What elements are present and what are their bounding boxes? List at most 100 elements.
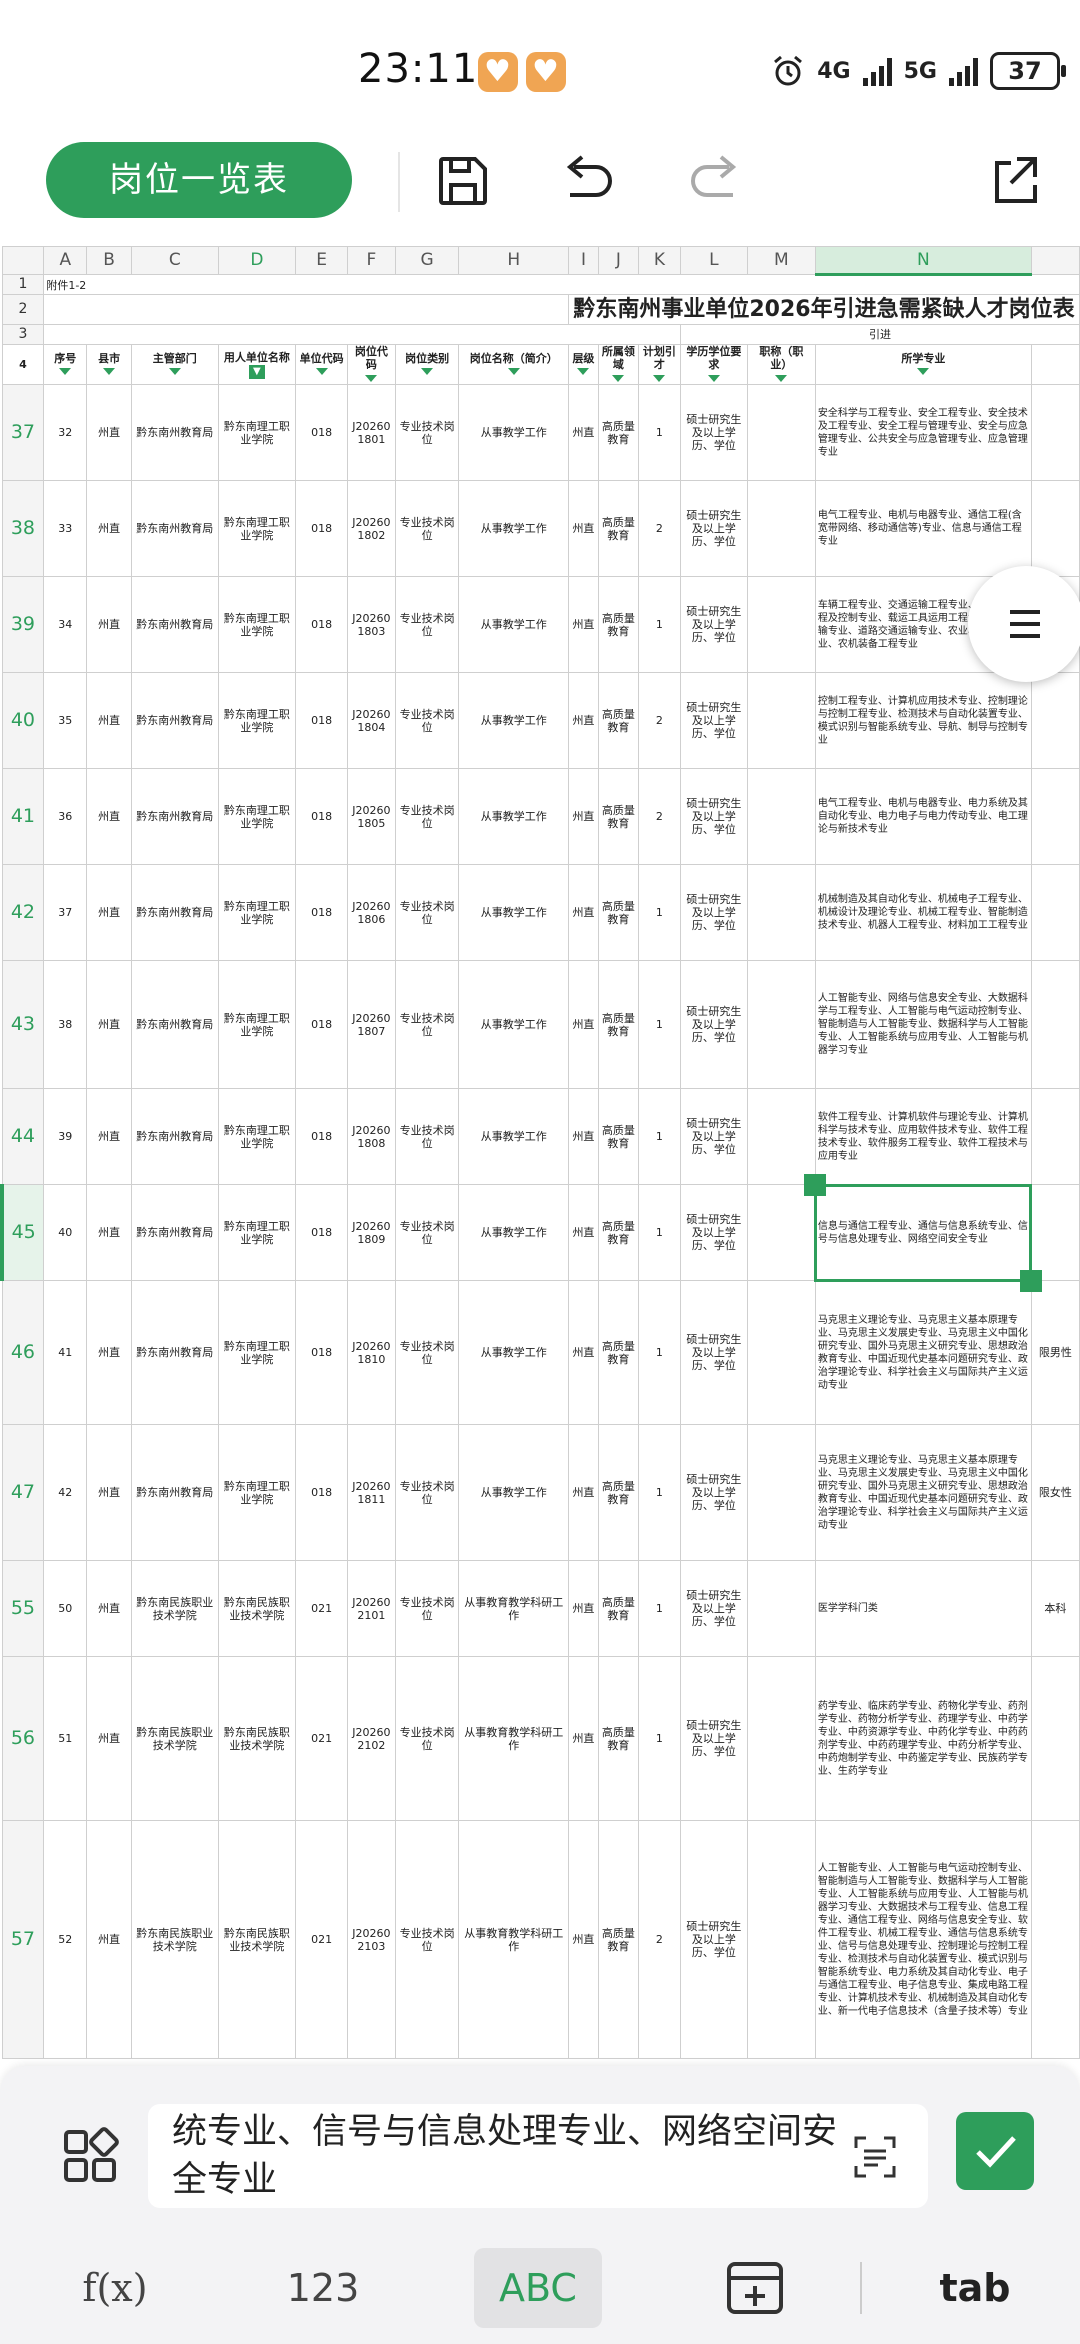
cell-level[interactable]: 州直	[567, 1280, 599, 1425]
cell-pcode[interactable]: J202601811	[346, 1424, 396, 1561]
cell-ptype[interactable]: 专业技术岗位	[394, 1424, 460, 1561]
table-row[interactable]: 46 41 州直 黔东南州教育局 黔东南理工职业学院 018 J202601810 专业技术岗…	[1, 1280, 1080, 1425]
cell-level[interactable]: 州直	[567, 768, 599, 865]
cell-unit[interactable]: 黔东南理工职业学院	[217, 768, 297, 865]
cell-pcode[interactable]: J202601809	[346, 1184, 396, 1281]
cell-pname[interactable]: 从事教育教学科研工作	[458, 1820, 569, 2059]
table-row[interactable]: 39 34 州直 黔东南州教育局 黔东南理工职业学院 018 J202601803 专业技术岗…	[1, 576, 1080, 673]
cell-unit[interactable]: 黔东南理工职业学院	[217, 960, 297, 1089]
spreadsheet-grid[interactable]: A B C D E F G H I J K L M N 1 附件1-2 2 黔东…	[0, 246, 1080, 2059]
cell-title[interactable]	[746, 1280, 816, 1425]
cell-pcode[interactable]: J202601806	[346, 864, 396, 961]
sheet-title[interactable]: 黔东南州事业单位2026年引进急需紧缺人才岗位表	[567, 294, 1080, 325]
cell-seq[interactable]: 34	[43, 576, 88, 673]
cell-level[interactable]: 州直	[567, 1560, 599, 1657]
cell-pname[interactable]: 从事教学工作	[458, 864, 569, 961]
sheet-title-button[interactable]: 岗位一览表	[46, 142, 352, 218]
tab-key[interactable]: tab	[920, 2248, 1030, 2328]
header-cell[interactable]: 岗位名称（简介）	[458, 344, 569, 385]
cell-title[interactable]	[746, 1656, 816, 1821]
cell-extra[interactable]	[1030, 768, 1080, 865]
header-cell[interactable]: 单位代码	[295, 344, 348, 385]
cell-dept[interactable]: 黔东南民族职业技术学院	[130, 1820, 219, 2059]
row-number[interactable]: 56	[1, 1656, 45, 1821]
selected-cell[interactable]: 信息与通信工程专业、通信与信息系统专业、信号与信息处理专业、网络空间安全专业	[814, 1183, 1033, 1282]
undo-icon[interactable]	[553, 146, 623, 216]
cell-extra[interactable]: 本科	[1030, 1560, 1080, 1657]
cell-level[interactable]: 州直	[567, 1184, 599, 1281]
header-cell[interactable]: 所学专业	[814, 344, 1032, 385]
cell-seq[interactable]: 35	[43, 672, 88, 769]
cell-pcode[interactable]: J202601804	[346, 672, 396, 769]
cell-major[interactable]: 马克思主义理论专业、马克思主义基本原理专业、马克思主义发展史专业、马克思主义中国…	[814, 1424, 1032, 1561]
cell-major[interactable]: 医学学科门类	[814, 1560, 1032, 1657]
cell-county[interactable]: 州直	[86, 576, 132, 673]
cell-seq[interactable]: 50	[43, 1560, 88, 1657]
cell-edu[interactable]: 硕士研究生及以上学历、学位	[679, 960, 748, 1089]
share-icon[interactable]	[980, 146, 1050, 216]
cell-title[interactable]	[746, 672, 816, 769]
cell-edu[interactable]: 硕士研究生及以上学历、学位	[679, 480, 748, 577]
cell-dept[interactable]: 黔东南民族职业技术学院	[130, 1560, 219, 1657]
cell-county[interactable]: 州直	[86, 768, 132, 865]
cell-dept[interactable]: 黔东南民族职业技术学院	[130, 1656, 219, 1821]
cell-county[interactable]: 州直	[86, 480, 132, 577]
column-header[interactable]: I	[567, 246, 599, 275]
cell-edu[interactable]: 硕士研究生及以上学历、学位	[679, 1088, 748, 1185]
cell-pname[interactable]: 从事教育教学科研工作	[458, 1560, 569, 1657]
row-number[interactable]: 45	[0, 1184, 45, 1281]
cell-level[interactable]: 州直	[567, 1424, 599, 1561]
cell-dept[interactable]: 黔东南州教育局	[130, 672, 219, 769]
cell-num[interactable]: 2	[637, 672, 681, 769]
number-keyboard-tab[interactable]: 123	[258, 2248, 388, 2328]
column-header[interactable]: K	[637, 246, 681, 275]
cell-edu[interactable]: 硕士研究生及以上学历、学位	[679, 1656, 748, 1821]
cell-seq[interactable]: 32	[43, 384, 88, 481]
cell-title[interactable]	[746, 1088, 816, 1185]
cell-num[interactable]: 2	[637, 480, 681, 577]
cell-dept[interactable]: 黔东南州教育局	[130, 1088, 219, 1185]
cell-title[interactable]	[746, 1184, 816, 1281]
cell-ptype[interactable]: 专业技术岗位	[394, 1184, 460, 1281]
cell-county[interactable]: 州直	[86, 1656, 132, 1821]
cell-ptype[interactable]: 专业技术岗位	[394, 384, 460, 481]
column-header[interactable]: C	[130, 246, 219, 275]
cell-level[interactable]: 州直	[567, 672, 599, 769]
cell-county[interactable]: 州直	[86, 864, 132, 961]
cell-dept[interactable]: 黔东南州教育局	[130, 1184, 219, 1281]
cell-dept[interactable]: 黔东南州教育局	[130, 384, 219, 481]
cell[interactable]	[43, 294, 569, 325]
cell-field[interactable]: 高质量教育	[597, 1088, 639, 1185]
cell-ucode[interactable]: 018	[295, 480, 348, 577]
cell-unit[interactable]: 黔东南理工职业学院	[217, 480, 297, 577]
cell-pname[interactable]: 从事教学工作	[458, 1184, 569, 1281]
cell-extra[interactable]	[1030, 1656, 1080, 1821]
cell-ucode[interactable]: 018	[295, 384, 348, 481]
cell-extra[interactable]: 限男性	[1030, 1280, 1080, 1425]
cell-num[interactable]: 1	[637, 1424, 681, 1561]
cell-county[interactable]: 州直	[86, 1280, 132, 1425]
cell-dept[interactable]: 黔东南州教育局	[130, 480, 219, 577]
header-cell[interactable]: 主管部门	[130, 344, 219, 385]
row-number[interactable]: 47	[1, 1424, 45, 1561]
cell-ptype[interactable]: 专业技术岗位	[394, 576, 460, 673]
cell-title[interactable]	[746, 576, 816, 673]
cell-ptype[interactable]: 专业技术岗位	[394, 864, 460, 961]
column-header[interactable]: M	[746, 246, 816, 275]
cell-ptype[interactable]: 专业技术岗位	[394, 480, 460, 577]
filter-arrow-icon[interactable]	[168, 368, 181, 375]
header-cell[interactable]: 县市	[86, 344, 132, 385]
header-cell[interactable]: 序号	[43, 344, 88, 385]
cell-seq[interactable]: 42	[43, 1424, 88, 1561]
cell-seq[interactable]: 52	[43, 1820, 88, 2059]
cell-pname[interactable]: 从事教学工作	[458, 1280, 569, 1425]
cell-level[interactable]: 州直	[567, 864, 599, 961]
cell-major[interactable]: 电气工程专业、电机与电器专业、通信工程(含宽带网络、移动通信等)专业、信息与通信…	[814, 480, 1032, 577]
cell-ucode[interactable]: 021	[295, 1656, 348, 1821]
cell-level[interactable]: 州直	[567, 960, 599, 1089]
table-row[interactable]: 37 32 州直 黔东南州教育局 黔东南理工职业学院 018 J202601801 专业技术岗…	[1, 384, 1080, 481]
cell-level[interactable]: 州直	[567, 1656, 599, 1821]
cell-num[interactable]: 1	[637, 1560, 681, 1657]
cell-field[interactable]: 高质量教育	[597, 864, 639, 961]
row-number[interactable]: 1	[1, 274, 45, 295]
